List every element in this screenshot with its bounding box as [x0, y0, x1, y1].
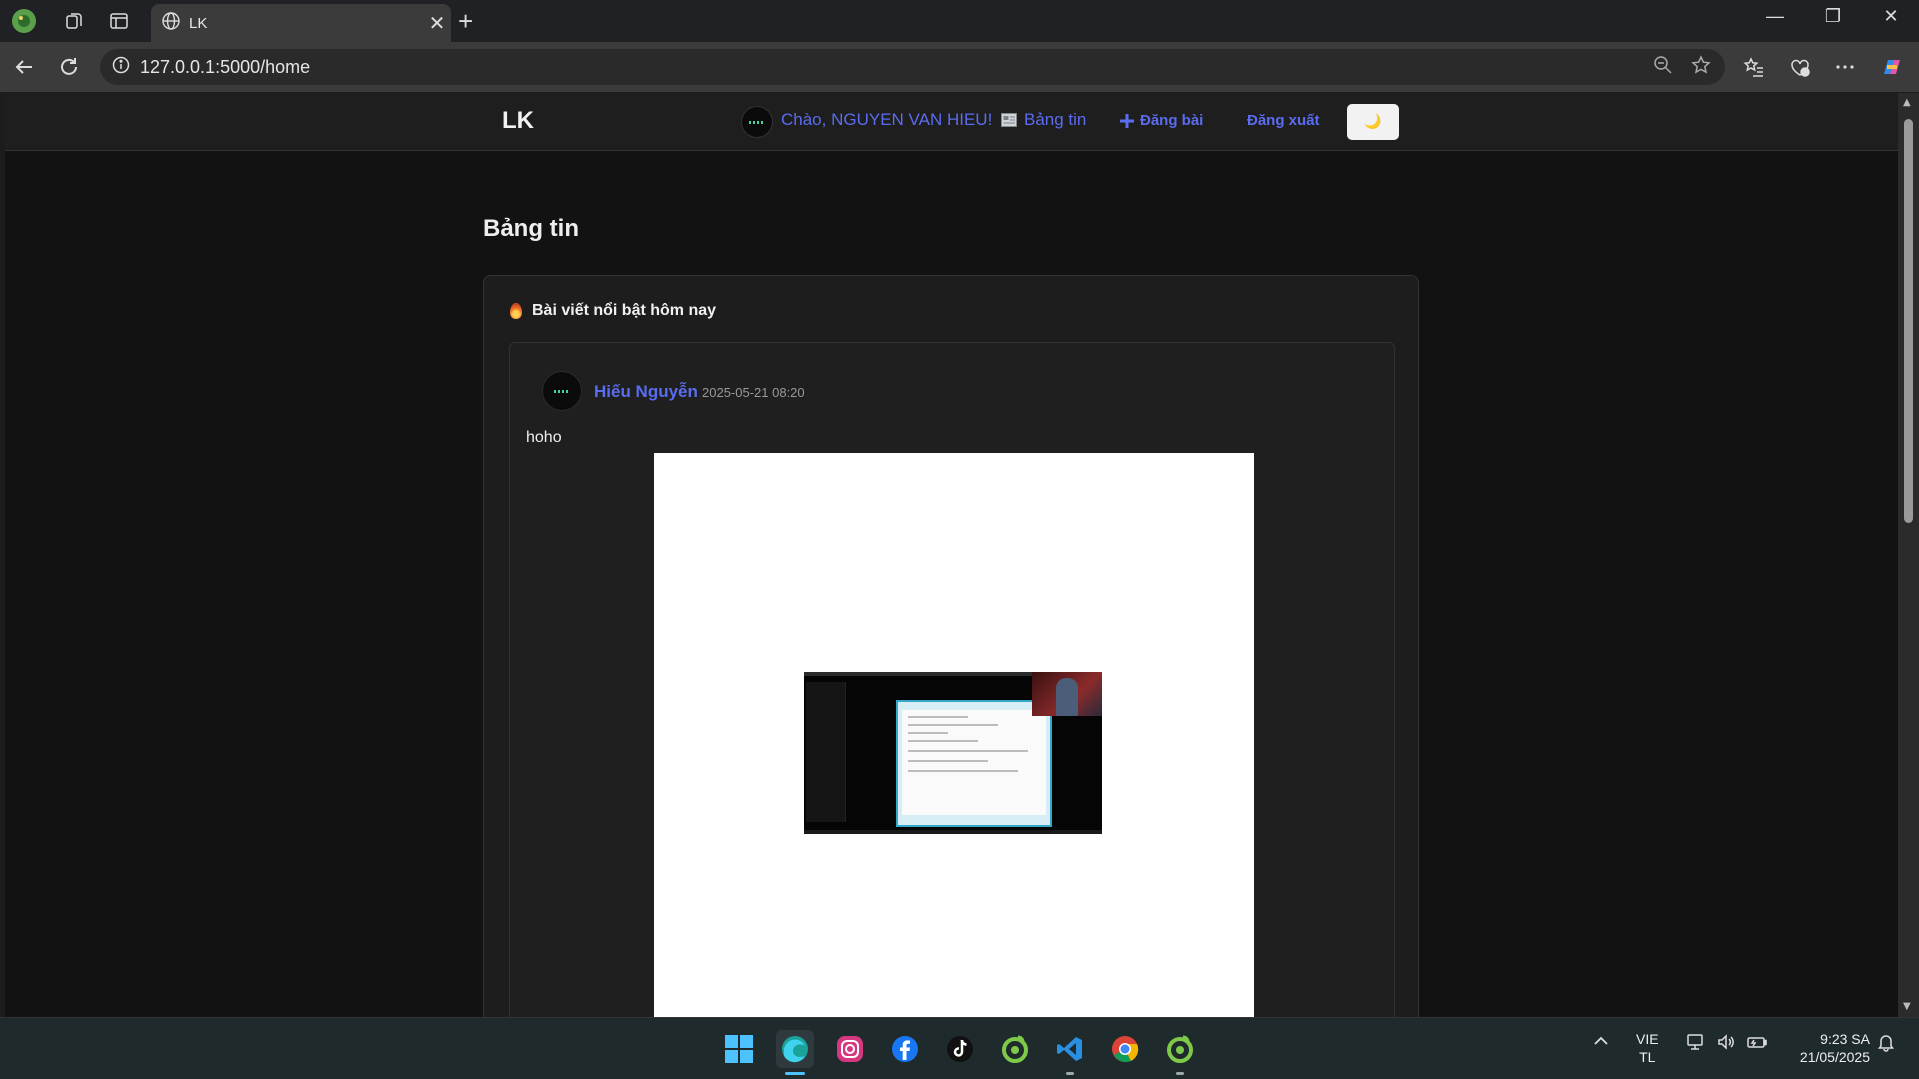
- clock-date: 21/05/2025: [1799, 1049, 1870, 1065]
- facebook-icon[interactable]: [886, 1030, 924, 1068]
- language-line1: VIE: [1636, 1031, 1659, 1047]
- close-tab-icon[interactable]: ✕: [423, 11, 451, 35]
- clock-time: 9:23 SA: [1820, 1031, 1870, 1047]
- page-viewport: LK Chào, NGUYEN VAN HIEU! Bảng tin Đăng …: [5, 93, 1898, 1017]
- plus-icon: [1120, 113, 1134, 128]
- profile-avatar-icon[interactable]: [11, 8, 37, 34]
- more-options-icon[interactable]: [1829, 52, 1861, 82]
- user-avatar: [741, 106, 773, 138]
- post-card: Hiếu Nguyễn 2025-05-21 08:20 hoho: [509, 342, 1395, 1017]
- address-bar[interactable]: 127.0.0.1:5000/home: [100, 49, 1725, 85]
- scroll-down-icon[interactable]: ▼: [1903, 1001, 1911, 1012]
- refresh-button[interactable]: [54, 52, 84, 82]
- post-author-avatar[interactable]: [542, 371, 582, 411]
- browser-tab[interactable]: LK ✕: [151, 4, 451, 42]
- start-icon[interactable]: [720, 1030, 758, 1068]
- greeting-link[interactable]: Chào, NGUYEN VAN HIEU!: [781, 110, 992, 130]
- zoom-icon[interactable]: [1653, 55, 1673, 79]
- post-timestamp: 2025-05-21 08:20: [702, 385, 805, 400]
- copilot-icon[interactable]: [1876, 52, 1908, 82]
- page-title: Bảng tin: [483, 215, 579, 242]
- network-icon[interactable]: [1686, 1032, 1706, 1057]
- featured-heading: Bài viết nổi bật hôm nay: [510, 302, 716, 320]
- post-text: hoho: [526, 429, 562, 446]
- battery-icon[interactable]: [1746, 1032, 1768, 1057]
- screenshot-thumbnail: [804, 672, 1102, 834]
- restore-button[interactable]: ❐: [1813, 6, 1853, 27]
- tiktok-icon[interactable]: [941, 1030, 979, 1068]
- featured-heading-text: Bài viết nổi bật hôm nay: [532, 302, 717, 319]
- moon-icon: 🌙: [1364, 114, 1382, 130]
- volume-icon[interactable]: [1716, 1032, 1736, 1057]
- close-window-button[interactable]: ✕: [1871, 6, 1911, 27]
- globe-icon: [161, 11, 181, 35]
- nav-feed-label: Bảng tin: [1024, 110, 1087, 129]
- theme-toggle-button[interactable]: 🌙: [1347, 104, 1399, 140]
- coccoc-icon[interactable]: [996, 1030, 1034, 1068]
- windows-taskbar: VIE TL 9:23 SA 21/05/2025: [0, 1017, 1919, 1079]
- browser-titlebar: LK ✕ + — ❐ ✕: [0, 0, 1919, 42]
- post-author-link[interactable]: Hiếu Nguyễn: [594, 382, 698, 402]
- tab-actions-icon[interactable]: [106, 8, 132, 34]
- back-button[interactable]: [9, 52, 39, 82]
- scrollbar-thumb[interactable]: [1904, 119, 1913, 523]
- fire-icon: [510, 303, 522, 319]
- featured-card: Bài viết nổi bật hôm nay Hiếu Nguyễn 202…: [483, 275, 1419, 1017]
- scroll-up-icon[interactable]: ▲: [1903, 97, 1911, 108]
- tab-title: LK: [189, 14, 208, 32]
- minimize-button[interactable]: —: [1755, 6, 1795, 27]
- favorites-icon[interactable]: [1738, 52, 1770, 82]
- page-scrollbar[interactable]: ▲ ▼: [1898, 93, 1919, 1017]
- workspaces-icon[interactable]: [61, 8, 87, 34]
- browser-toolbar: 127.0.0.1:5000/home: [0, 42, 1919, 92]
- system-clock[interactable]: 9:23 SA 21/05/2025: [1784, 1030, 1870, 1066]
- nav-feed-link[interactable]: Bảng tin: [1001, 110, 1086, 130]
- language-indicator[interactable]: VIE TL: [1636, 1030, 1659, 1066]
- post-image[interactable]: [654, 453, 1254, 1017]
- logout-link[interactable]: Đăng xuất: [1247, 112, 1320, 129]
- favorite-star-icon[interactable]: [1691, 55, 1711, 79]
- site-info-icon[interactable]: [112, 56, 130, 78]
- newspaper-icon: [1001, 113, 1017, 127]
- vscode-icon[interactable]: [1051, 1030, 1089, 1068]
- url-text[interactable]: 127.0.0.1:5000/home: [140, 57, 1653, 78]
- nav-post-link[interactable]: Đăng bài: [1120, 112, 1203, 129]
- new-tab-button[interactable]: +: [458, 6, 473, 37]
- browser-essentials-icon[interactable]: [1784, 52, 1816, 82]
- chrome-icon[interactable]: [1106, 1030, 1144, 1068]
- nav-post-label: Đăng bài: [1140, 112, 1204, 129]
- language-line2: TL: [1639, 1049, 1656, 1065]
- site-header: LK Chào, NGUYEN VAN HIEU! Bảng tin Đăng …: [5, 93, 1898, 151]
- show-hidden-icons-icon[interactable]: [1592, 1032, 1610, 1055]
- site-brand[interactable]: LK: [502, 107, 534, 135]
- instagram-icon[interactable]: [831, 1030, 869, 1068]
- edge-icon[interactable]: [776, 1030, 814, 1068]
- coccoc-icon[interactable]: [1161, 1030, 1199, 1068]
- notifications-icon[interactable]: [1876, 1032, 1896, 1057]
